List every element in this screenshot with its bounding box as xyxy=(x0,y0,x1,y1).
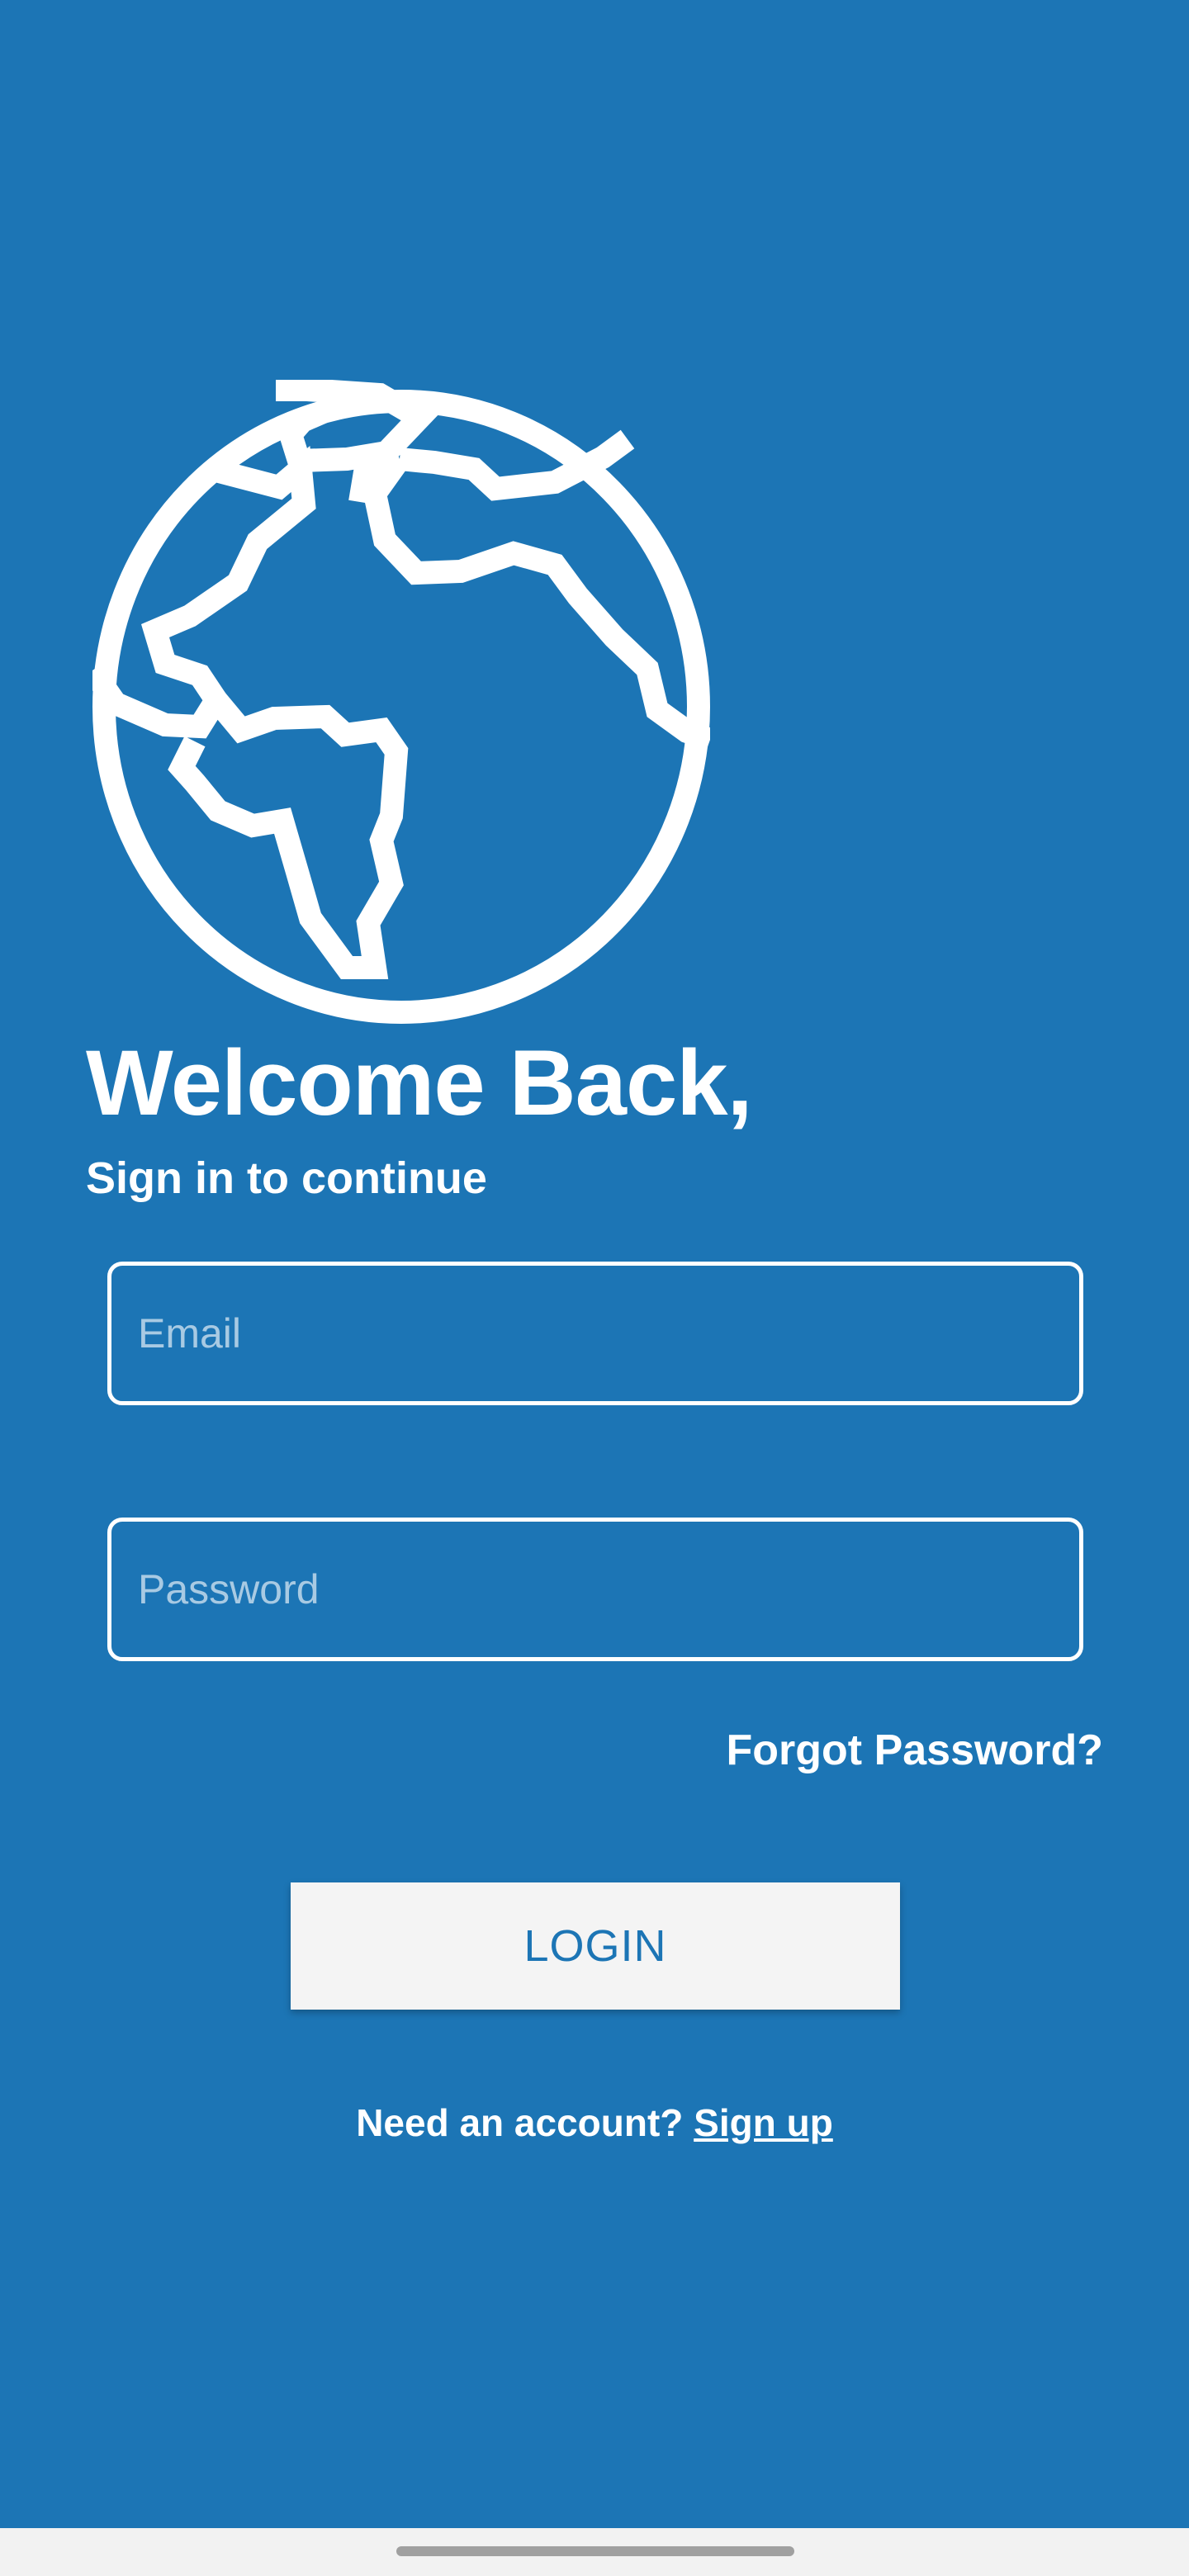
password-input[interactable] xyxy=(111,1522,1079,1657)
login-button[interactable]: LOGIN xyxy=(291,1882,900,2010)
login-screen: Welcome Back, Sign in to continue Forgot… xyxy=(0,0,1189,2528)
password-field[interactable] xyxy=(107,1518,1083,1661)
forgot-password-link[interactable]: Forgot Password? xyxy=(727,1729,1103,1772)
globe-icon xyxy=(92,380,710,1024)
system-navigation-bar xyxy=(0,2528,1189,2576)
home-indicator[interactable] xyxy=(396,2546,794,2556)
sign-in-subtitle: Sign in to continue xyxy=(86,1153,487,1203)
email-input[interactable] xyxy=(111,1266,1079,1401)
signup-prompt-text: Need an account? xyxy=(356,2101,694,2144)
email-field[interactable] xyxy=(107,1262,1083,1405)
welcome-title: Welcome Back, xyxy=(86,1031,753,1134)
signup-link[interactable]: Sign up xyxy=(694,2101,833,2144)
signup-prompt-row: Need an account? Sign up xyxy=(0,2104,1189,2142)
